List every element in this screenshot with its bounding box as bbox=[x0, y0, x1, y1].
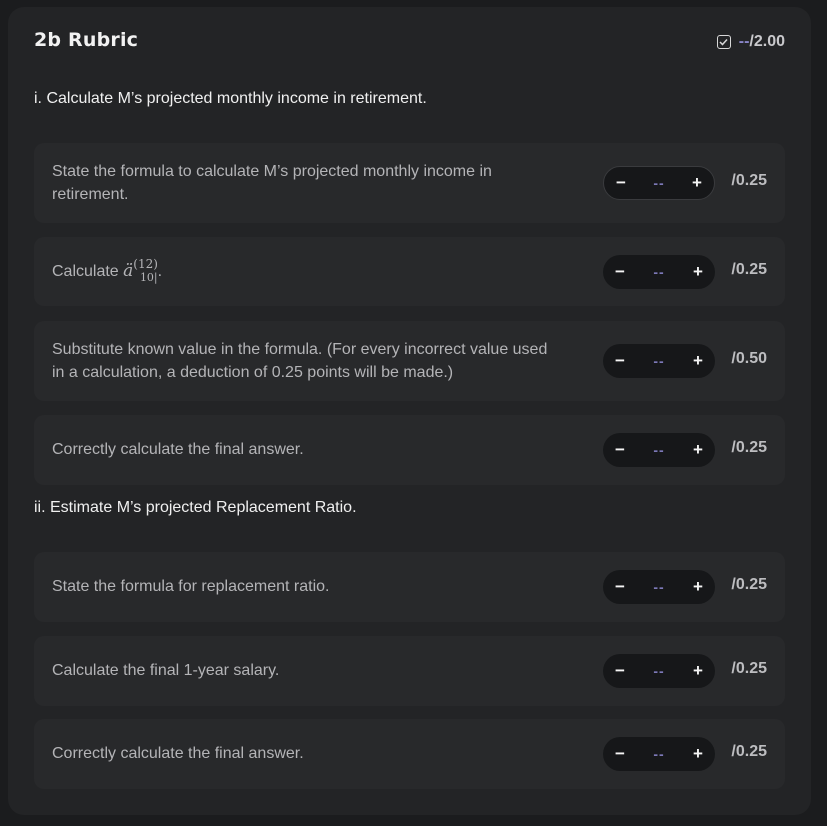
total-score: --/2.00 bbox=[716, 33, 785, 51]
score-stepper[interactable]: − -- + bbox=[603, 654, 715, 688]
checkbox-icon[interactable] bbox=[716, 35, 731, 49]
minus-icon[interactable]: − bbox=[613, 661, 627, 681]
max-points: /0.25 bbox=[731, 660, 767, 677]
score-value[interactable]: -- bbox=[653, 579, 664, 595]
minus-icon[interactable]: − bbox=[613, 262, 627, 282]
rubric-item: Correctly calculate the final answer. − … bbox=[34, 719, 785, 789]
rubric-item-text: State the formula for replacement ratio. bbox=[52, 578, 330, 595]
plus-icon[interactable]: + bbox=[691, 577, 705, 597]
score-stepper[interactable]: − -- + bbox=[603, 344, 715, 378]
rubric-item-text: Calculate the final 1-year salary. bbox=[52, 662, 280, 679]
rubric-panel: 2b Rubric --/2.00 i. Calculate M’s proje… bbox=[8, 7, 811, 815]
score-stepper[interactable]: − -- + bbox=[603, 433, 715, 467]
math-base: ä bbox=[123, 261, 134, 281]
rubric-item: Correctly calculate the final answer. − … bbox=[34, 415, 785, 485]
plus-icon[interactable]: + bbox=[691, 744, 705, 764]
rubric-item-text-prefix: Calculate bbox=[52, 263, 124, 280]
score-stepper[interactable]: − -- + bbox=[603, 570, 715, 604]
total-score-max: /2.00 bbox=[749, 33, 785, 50]
max-points: /0.25 bbox=[731, 439, 767, 456]
rubric-item-text: State the formula to calculate M’s proje… bbox=[52, 163, 492, 203]
rubric-item: State the formula to calculate M’s proje… bbox=[34, 143, 785, 223]
max-points: /0.25 bbox=[731, 576, 767, 593]
score-value[interactable]: -- bbox=[653, 264, 664, 280]
rubric-item-text: Calculate ä(12)10|. bbox=[52, 257, 552, 284]
total-score-value: -- bbox=[738, 33, 750, 50]
rubric-title: 2b Rubric bbox=[34, 29, 139, 51]
rubric-item: State the formula for replacement ratio.… bbox=[34, 552, 785, 622]
score-value[interactable]: -- bbox=[653, 353, 664, 369]
rubric-item: Calculate ä(12)10|. − -- + /0.25 bbox=[34, 237, 785, 306]
minus-icon[interactable]: − bbox=[614, 173, 628, 193]
math-expression: ä(12)10| bbox=[123, 257, 158, 284]
minus-icon[interactable]: − bbox=[613, 744, 627, 764]
section-title-i: i. Calculate M’s projected monthly incom… bbox=[34, 90, 427, 107]
rubric-item-text: Correctly calculate the final answer. bbox=[52, 745, 304, 762]
score-value[interactable]: -- bbox=[653, 663, 664, 679]
rubric-item-text-suffix: . bbox=[157, 263, 163, 280]
score-value[interactable]: -- bbox=[653, 175, 664, 191]
minus-icon[interactable]: − bbox=[613, 440, 627, 460]
score-value[interactable]: -- bbox=[653, 746, 664, 762]
score-value[interactable]: -- bbox=[653, 442, 664, 458]
rubric-item: Calculate the final 1-year salary. − -- … bbox=[34, 636, 785, 706]
rubric-item-text: Substitute known value in the formula. (… bbox=[52, 341, 548, 381]
score-stepper[interactable]: − -- + bbox=[603, 166, 715, 200]
plus-icon[interactable]: + bbox=[690, 173, 704, 193]
plus-icon[interactable]: + bbox=[691, 262, 705, 282]
max-points: /0.25 bbox=[731, 172, 767, 189]
score-stepper[interactable]: − -- + bbox=[603, 255, 715, 289]
max-points: /0.50 bbox=[731, 350, 767, 367]
plus-icon[interactable]: + bbox=[691, 440, 705, 460]
rubric-item-text: Correctly calculate the final answer. bbox=[52, 441, 304, 458]
score-stepper[interactable]: − -- + bbox=[603, 737, 715, 771]
math-superscript: (12) bbox=[133, 257, 158, 271]
minus-icon[interactable]: − bbox=[613, 577, 627, 597]
plus-icon[interactable]: + bbox=[691, 351, 705, 371]
total-score-text: --/2.00 bbox=[739, 33, 785, 51]
rubric-item: Substitute known value in the formula. (… bbox=[34, 321, 785, 401]
max-points: /0.25 bbox=[731, 261, 767, 278]
minus-icon[interactable]: − bbox=[613, 351, 627, 371]
max-points: /0.25 bbox=[731, 743, 767, 760]
math-subscript: 10| bbox=[139, 271, 158, 284]
plus-icon[interactable]: + bbox=[691, 661, 705, 681]
section-title-ii: ii. Estimate M’s projected Replacement R… bbox=[34, 499, 357, 516]
